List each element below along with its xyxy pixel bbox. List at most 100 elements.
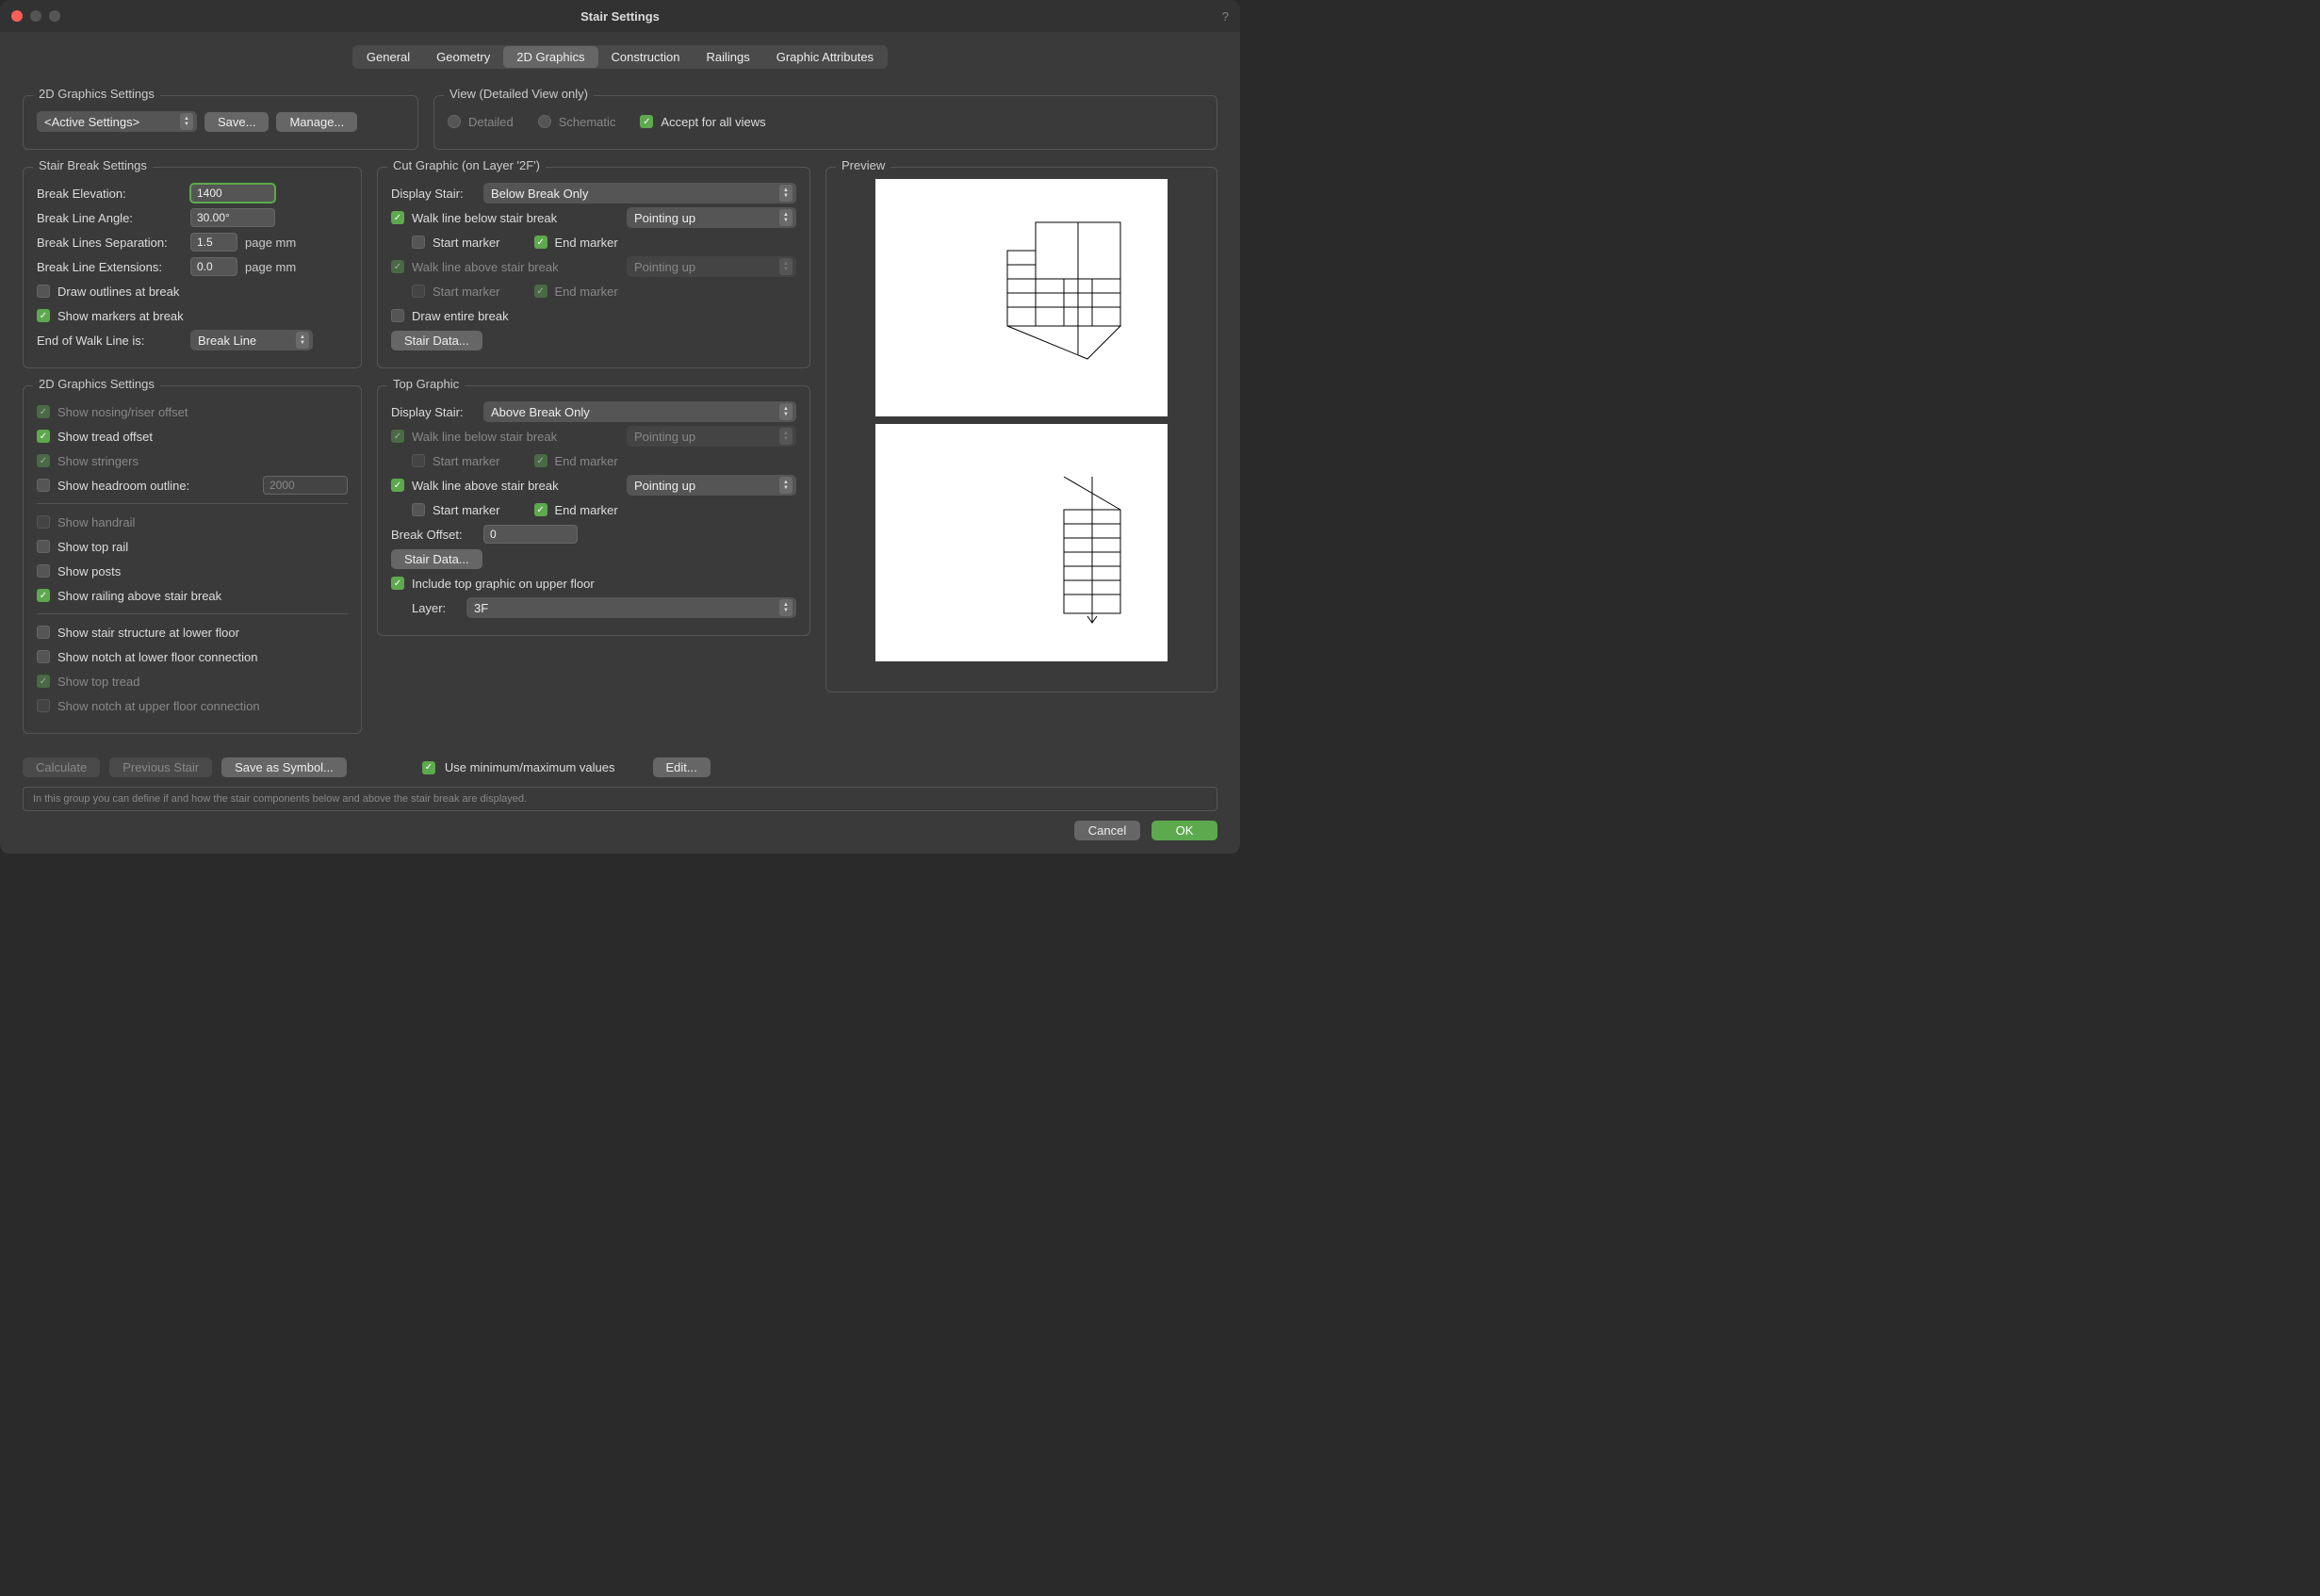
break-angle-input[interactable]	[190, 208, 275, 227]
handrail-label: Show handrail	[57, 515, 135, 529]
edit-button[interactable]: Edit...	[653, 757, 711, 777]
manage-preset-button[interactable]: Manage...	[276, 112, 357, 132]
show-markers-check[interactable]	[37, 309, 50, 322]
cut-above-end-check	[534, 285, 547, 298]
panel-title-2d-settings-top: 2D Graphics Settings	[33, 87, 160, 101]
cut-below-start-check[interactable]	[412, 236, 425, 249]
tab-general[interactable]: General	[353, 46, 423, 68]
cut-display-select[interactable]: Below Break Only ▲▼	[483, 183, 796, 204]
cut-above-start-label: Start marker	[433, 285, 500, 299]
cut-above-start-check	[412, 285, 425, 298]
toprail-label: Show top rail	[57, 540, 128, 554]
layer-label: Layer:	[412, 601, 459, 615]
detailed-radio[interactable]	[448, 115, 461, 128]
preset-select[interactable]: <Active Settings> ▲▼	[37, 111, 197, 132]
end-walk-select[interactable]: Break Line ▲▼	[190, 330, 313, 350]
tab-2d-graphics[interactable]: 2D Graphics	[503, 46, 597, 68]
railing-above-label: Show railing above stair break	[57, 589, 221, 603]
zoom-icon	[49, 10, 60, 22]
top-below-dir-select: Pointing up ▲▼	[627, 426, 796, 447]
break-offset-input[interactable]	[483, 525, 578, 544]
cut-draw-entire-check[interactable]	[391, 309, 404, 322]
cancel-button[interactable]: Cancel	[1074, 821, 1140, 840]
close-icon[interactable]	[11, 10, 23, 22]
show-markers-label: Show markers at break	[57, 309, 184, 323]
posts-label: Show posts	[57, 564, 121, 578]
cut-walk-below-label: Walk line below stair break	[412, 211, 557, 225]
draw-outlines-label: Draw outlines at break	[57, 285, 179, 299]
top-walk-below-check	[391, 430, 404, 443]
top-above-start-label: Start marker	[433, 503, 500, 517]
cut-below-end-label: End marker	[555, 236, 618, 250]
panel-title-cut: Cut Graphic (on Layer '2F')	[387, 158, 546, 172]
tab-geometry[interactable]: Geometry	[423, 46, 503, 68]
top-above-end-check[interactable]	[534, 503, 547, 516]
stringers-check	[37, 454, 50, 467]
cut-walk-below-check[interactable]	[391, 211, 404, 224]
notch-upper-label: Show notch at upper floor connection	[57, 699, 260, 713]
tab-bar: General Geometry 2D Graphics Constructio…	[352, 45, 888, 69]
cut-below-dir-select[interactable]: Pointing up ▲▼	[627, 207, 796, 228]
top-below-start-label: Start marker	[433, 454, 500, 468]
break-elev-label: Break Elevation:	[37, 187, 183, 201]
break-ext-label: Break Line Extensions:	[37, 260, 183, 274]
top-above-dir-value: Pointing up	[634, 479, 695, 493]
cut-below-dir-value: Pointing up	[634, 211, 695, 225]
use-minmax-label: Use minimum/maximum values	[445, 760, 615, 774]
cut-display-label: Display Stair:	[391, 187, 476, 201]
notch-lower-label: Show notch at lower floor connection	[57, 650, 257, 664]
break-elevation-input[interactable]	[190, 184, 275, 203]
preview-top-image	[875, 424, 1168, 661]
top-stair-data-button[interactable]: Stair Data...	[391, 549, 482, 569]
cut-below-end-check[interactable]	[534, 236, 547, 249]
break-sep-input[interactable]	[190, 233, 237, 252]
break-ext-input[interactable]	[190, 257, 237, 276]
top-above-start-check[interactable]	[412, 503, 425, 516]
accept-all-views-check[interactable]	[640, 115, 653, 128]
panel-title-view: View (Detailed View only)	[444, 87, 594, 101]
schematic-label: Schematic	[559, 115, 616, 129]
headroom-input	[263, 476, 348, 495]
cut-stair-data-button[interactable]: Stair Data...	[391, 331, 482, 350]
break-angle-label: Break Line Angle:	[37, 211, 183, 225]
tread-offset-check[interactable]	[37, 430, 50, 443]
panel-title-preview: Preview	[836, 158, 890, 172]
top-above-dir-select[interactable]: Pointing up ▲▼	[627, 475, 796, 496]
save-preset-button[interactable]: Save...	[204, 112, 269, 132]
panel-title-top: Top Graphic	[387, 377, 465, 391]
toprail-check[interactable]	[37, 540, 50, 553]
tab-graphic-attributes[interactable]: Graphic Attributes	[763, 46, 887, 68]
notch-upper-check	[37, 699, 50, 712]
previous-stair-button: Previous Stair	[109, 757, 212, 777]
cut-below-start-label: Start marker	[433, 236, 500, 250]
include-top-check[interactable]	[391, 577, 404, 590]
break-sep-label: Break Lines Separation:	[37, 236, 183, 250]
layer-select[interactable]: 3F ▲▼	[466, 597, 796, 618]
window-title: Stair Settings	[580, 9, 660, 24]
save-symbol-button[interactable]: Save as Symbol...	[221, 757, 347, 777]
top-above-end-label: End marker	[555, 503, 618, 517]
tab-construction[interactable]: Construction	[598, 46, 694, 68]
notch-lower-check[interactable]	[37, 650, 50, 663]
tab-railings[interactable]: Railings	[693, 46, 762, 68]
ok-button[interactable]: OK	[1152, 821, 1217, 840]
top-tread-check	[37, 675, 50, 688]
headroom-check[interactable]	[37, 479, 50, 492]
top-display-label: Display Stair:	[391, 405, 476, 419]
posts-check[interactable]	[37, 564, 50, 578]
use-minmax-check[interactable]	[422, 761, 435, 774]
headroom-label: Show headroom outline:	[57, 479, 189, 493]
cut-walk-above-label: Walk line above stair break	[412, 260, 559, 274]
top-display-select[interactable]: Above Break Only ▲▼	[483, 401, 796, 422]
railing-above-check[interactable]	[37, 589, 50, 602]
top-below-start-check	[412, 454, 425, 467]
structure-lower-label: Show stair structure at lower floor	[57, 626, 239, 640]
top-walk-above-check[interactable]	[391, 479, 404, 492]
cut-display-value: Below Break Only	[491, 187, 588, 201]
structure-lower-check[interactable]	[37, 626, 50, 639]
help-icon[interactable]: ?	[1222, 9, 1229, 24]
tread-offset-label: Show tread offset	[57, 430, 153, 444]
schematic-radio[interactable]	[538, 115, 551, 128]
cut-walk-above-check	[391, 260, 404, 273]
draw-outlines-check[interactable]	[37, 285, 50, 298]
